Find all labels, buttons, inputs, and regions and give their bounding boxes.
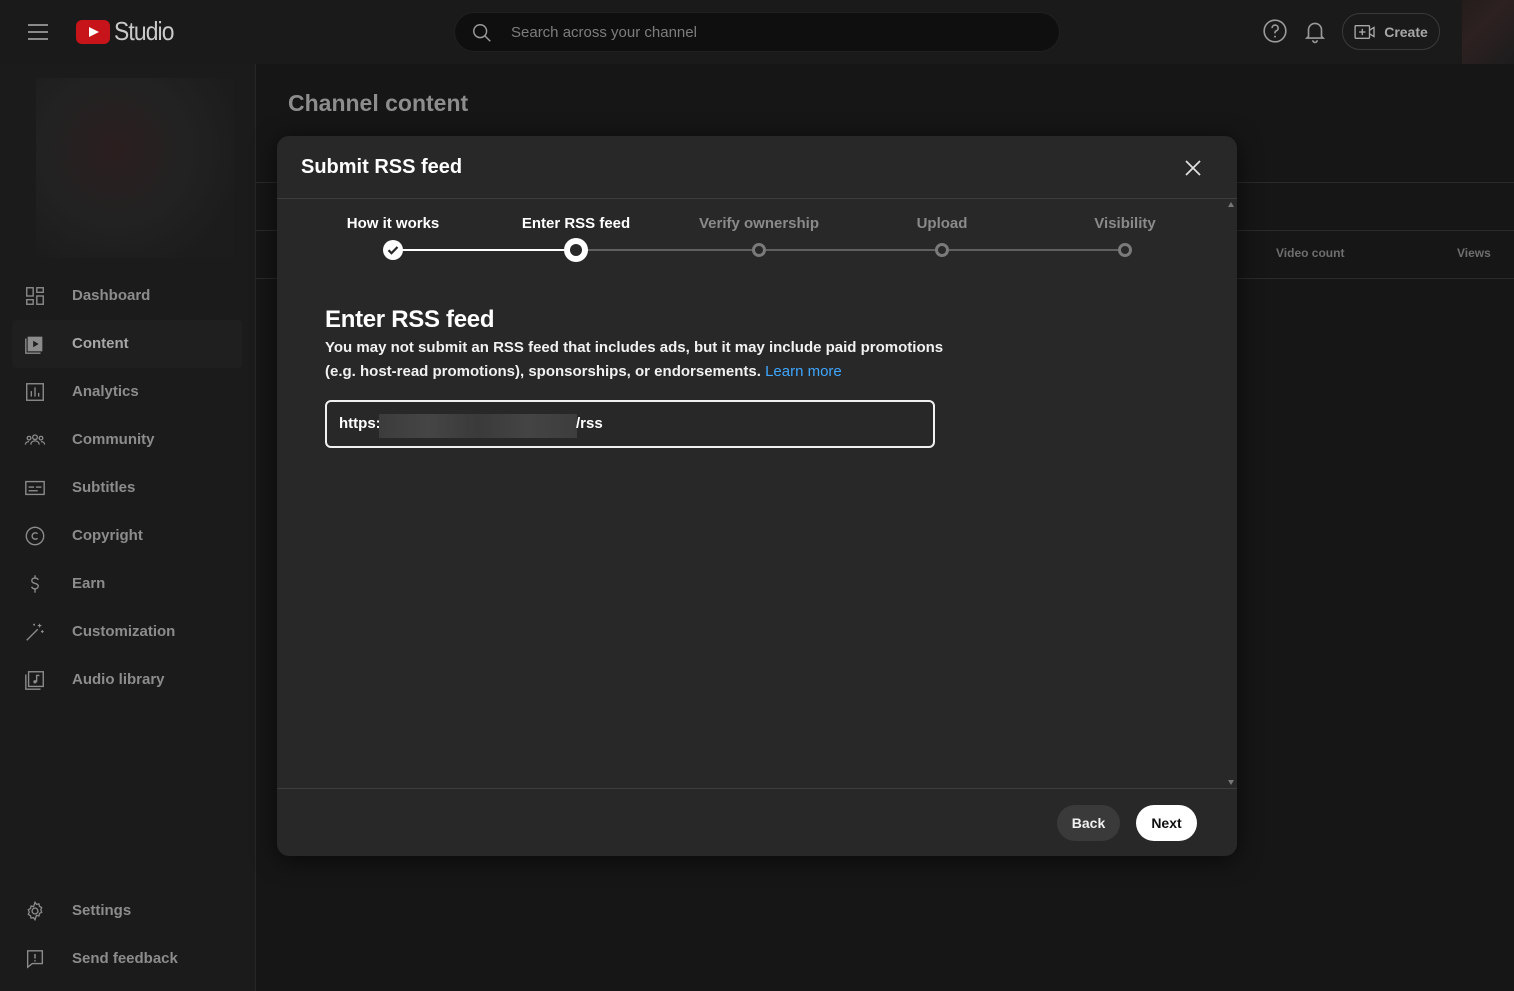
step-label-verify-ownership: Verify ownership	[698, 215, 820, 232]
step-label-how-it-works[interactable]: How it works	[347, 215, 440, 232]
rss-url-prefix: https:	[339, 415, 381, 432]
scroll-up-arrow[interactable]	[1228, 202, 1234, 207]
search-input[interactable]	[511, 13, 1031, 51]
create-video-icon	[1354, 24, 1375, 39]
step-connector-todo	[576, 249, 1125, 251]
step-current-dot	[564, 238, 588, 262]
sidebar-item-label: Send feedback	[72, 950, 178, 967]
sidebar-item-copyright[interactable]: Copyright	[12, 512, 242, 560]
copyright-icon	[25, 526, 45, 546]
sidebar-item-audio-library[interactable]: Audio library	[12, 656, 242, 704]
sidebar-item-label: Analytics	[72, 383, 139, 400]
redacted-url-block	[379, 414, 577, 438]
section-title: Enter RSS feed	[325, 306, 495, 333]
create-label: Create	[1384, 23, 1428, 40]
search-icon	[473, 24, 491, 42]
step-todo-dot	[935, 243, 949, 257]
step-label-enter-rss-feed[interactable]: Enter RSS feed	[522, 215, 630, 232]
help-icon[interactable]	[1262, 18, 1288, 44]
rss-url-suffix: /rss	[576, 415, 603, 432]
create-button[interactable]: Create	[1342, 13, 1440, 50]
step-todo-dot	[752, 243, 766, 257]
step-done-check-icon[interactable]	[383, 240, 403, 260]
sidebar-item-label: Audio library	[72, 671, 165, 688]
submit-rss-dialog: Submit RSS feed How it works Enter RSS f…	[277, 136, 1237, 856]
earn-icon	[30, 575, 39, 593]
menu-icon[interactable]	[22, 20, 54, 44]
sidebar-item-label: Subtitles	[72, 479, 136, 496]
customization-icon	[26, 623, 44, 641]
logo-text: Studio	[114, 16, 174, 46]
sidebar-item-label: Dashboard	[72, 287, 151, 304]
sidebar: Dashboard Content Analytics Community Su…	[0, 64, 256, 991]
sidebar-item-content[interactable]: Content	[12, 320, 242, 368]
sidebar-item-label: Customization	[72, 623, 176, 640]
feedback-icon	[26, 950, 44, 969]
account-avatar[interactable]	[1462, 0, 1514, 64]
sidebar-item-label: Earn	[72, 575, 106, 592]
step-label-visibility: Visibility	[1094, 215, 1156, 232]
step-connector-done	[393, 249, 576, 251]
back-button[interactable]: Back	[1057, 805, 1120, 841]
sidebar-item-community[interactable]: Community	[12, 416, 242, 464]
rss-url-input[interactable]: https: /rss	[325, 400, 935, 448]
stepper: How it works Enter RSS feed Verify owner…	[277, 200, 1237, 280]
dashboard-icon	[26, 287, 44, 305]
sidebar-item-label: Content	[72, 335, 129, 352]
column-header-views[interactable]: Views	[1457, 246, 1491, 260]
sidebar-item-label: Settings	[72, 902, 132, 919]
bell-icon[interactable]	[1302, 18, 1328, 44]
next-button[interactable]: Next	[1136, 805, 1197, 841]
step-todo-dot	[1118, 243, 1132, 257]
content-icon	[25, 336, 43, 354]
subtitles-icon	[25, 480, 45, 496]
sidebar-item-label: Copyright	[72, 527, 143, 544]
studio-logo[interactable]: Studio	[76, 16, 182, 47]
dialog-header: Submit RSS feed	[277, 136, 1237, 199]
sidebar-item-analytics[interactable]: Analytics	[12, 368, 242, 416]
sidebar-item-subtitles[interactable]: Subtitles	[12, 464, 242, 512]
column-header-video-count[interactable]: Video count	[1276, 246, 1344, 260]
community-icon	[24, 434, 46, 445]
dialog-title: Submit RSS feed	[301, 156, 463, 178]
sidebar-item-settings[interactable]: Settings	[12, 887, 242, 935]
learn-more-link[interactable]: Learn more	[765, 363, 842, 380]
scroll-down-arrow[interactable]	[1228, 780, 1234, 785]
close-icon[interactable]	[1177, 152, 1209, 184]
top-bar: Studio Create	[0, 0, 1514, 64]
sidebar-item-send-feedback[interactable]: Send feedback	[12, 935, 242, 983]
sidebar-item-dashboard[interactable]: Dashboard	[12, 272, 242, 320]
youtube-logo-icon	[76, 19, 110, 44]
step-label-upload: Upload	[916, 215, 968, 232]
analytics-icon	[26, 383, 44, 401]
dialog-footer: Back Next	[277, 788, 1237, 856]
gear-icon	[27, 900, 43, 922]
description-text: You may not submit an RSS feed that incl…	[325, 339, 944, 380]
sidebar-item-earn[interactable]: Earn	[12, 560, 242, 608]
audio-library-icon	[25, 671, 44, 690]
search-bar[interactable]	[454, 12, 1060, 52]
channel-avatar[interactable]	[36, 78, 234, 258]
sidebar-item-label: Community	[72, 431, 155, 448]
sidebar-item-customization[interactable]: Customization	[12, 608, 242, 656]
section-description: You may not submit an RSS feed that incl…	[325, 336, 945, 384]
page-title: Channel content	[288, 90, 469, 116]
